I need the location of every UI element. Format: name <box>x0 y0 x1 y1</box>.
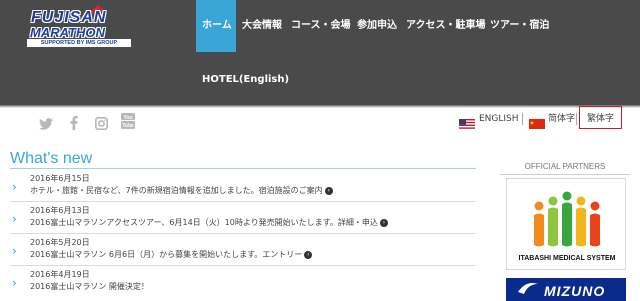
news-text[interactable]: 2016富士山マラソン 開催決定！ <box>30 281 149 292</box>
partner-mizuno-card[interactable]: MIZUNO <box>506 278 626 301</box>
news-item[interactable]: › 2016年6月13日 2016富士山マラソンアクセスツアー、6月14日（火）… <box>10 202 476 234</box>
news-text[interactable]: ホテル・旅館・民宿など、7件の新規宿泊情報を追加しました。宿泊施設のご案内 › <box>30 185 333 196</box>
partners-underline <box>500 174 630 175</box>
china-flag-icon <box>529 114 545 129</box>
lang-separator <box>522 113 523 125</box>
partner-itabashi-caption: ITABASHI MEDICAL SYSTEM <box>518 255 616 262</box>
mizuno-runbird-icon <box>518 283 538 294</box>
news-text[interactable]: 2016富士山マラソンアクセスツアー、6月14日（火）10時より発売開始いたしま… <box>30 217 388 228</box>
site-header: FUJISAN MARATHON SUPPORTED BY IMS GROUP … <box>0 0 640 104</box>
chevron-right-icon: › <box>12 180 17 194</box>
lang-separator <box>576 113 577 125</box>
chevron-right-icon: › <box>12 212 17 226</box>
news-date: 2016年6月15日 <box>30 174 90 183</box>
instagram-icon[interactable] <box>95 115 108 131</box>
news-date: 2016年4月19日 <box>30 270 90 279</box>
twitter-icon[interactable] <box>39 115 53 131</box>
arrow-circle-icon: › <box>379 218 388 227</box>
facebook-icon[interactable] <box>70 115 78 131</box>
partner-itabashi-card[interactable]: ITABASHI MEDICAL SYSTEM <box>506 178 626 270</box>
nav-item-tour-lodging[interactable]: ツアー・宿泊 <box>490 19 549 33</box>
news-text[interactable]: 2016富士山マラソン 6月6日（月）から募集を開始いたします。エントリー › <box>30 249 313 260</box>
partner-mizuno-wordmark: MIZUNO <box>544 283 606 299</box>
news-item[interactable]: › 2016年6月15日 ホテル・旅館・民宿など、7件の新規宿泊情報を追加しまし… <box>10 170 476 202</box>
header-shadow <box>0 104 640 108</box>
lang-english-link[interactable]: ENGLISH <box>479 112 519 126</box>
news-date: 2016年6月13日 <box>30 206 90 215</box>
fujisan-marathon-logo[interactable]: FUJISAN MARATHON SUPPORTED BY IMS GROUP <box>27 5 137 48</box>
chevron-right-icon: › <box>12 244 17 258</box>
nav-item-hotel-english[interactable]: HOTEL(English) <box>202 73 289 87</box>
lang-simplified-link[interactable]: 简体字 <box>548 112 575 126</box>
news-item[interactable]: › 2016年5月20日 2016富士山マラソン 6月6日（月）から募集を開始い… <box>10 234 476 266</box>
logo-tagline: SUPPORTED BY IMS GROUP <box>27 39 131 47</box>
nav-item-course-venue[interactable]: コース・会場 <box>291 19 351 33</box>
arrow-circle-icon: › <box>324 186 333 195</box>
arrow-circle-icon: › <box>304 250 313 259</box>
partners-heading: OFFICIAL PARTNERS <box>524 162 606 171</box>
youtube-icon[interactable]: You Tube <box>121 113 135 129</box>
svg-text:Tube: Tube <box>122 123 134 129</box>
news-item[interactable]: › 2016年4月19日 2016富士山マラソン 開催決定！ <box>10 266 476 298</box>
logo-line-2: MARATHON <box>30 25 105 40</box>
svg-text:You: You <box>123 115 132 121</box>
itabashi-logo-icon <box>534 191 600 247</box>
nav-item-registration[interactable]: 参加申込 <box>357 19 397 33</box>
nav-item-access-parking[interactable]: アクセス・駐車場 <box>406 19 486 33</box>
whats-new-heading: What's new <box>10 150 93 167</box>
chevron-right-icon: › <box>12 276 17 290</box>
nav-item-home[interactable]: ホーム <box>202 19 232 33</box>
whats-new-underline <box>10 168 476 169</box>
nav-item-event-info[interactable]: 大会情報 <box>242 19 282 33</box>
news-date: 2016年5月20日 <box>30 238 90 247</box>
lang-traditional-link[interactable]: 繁体字 <box>587 112 614 126</box>
us-flag-icon <box>459 114 475 129</box>
